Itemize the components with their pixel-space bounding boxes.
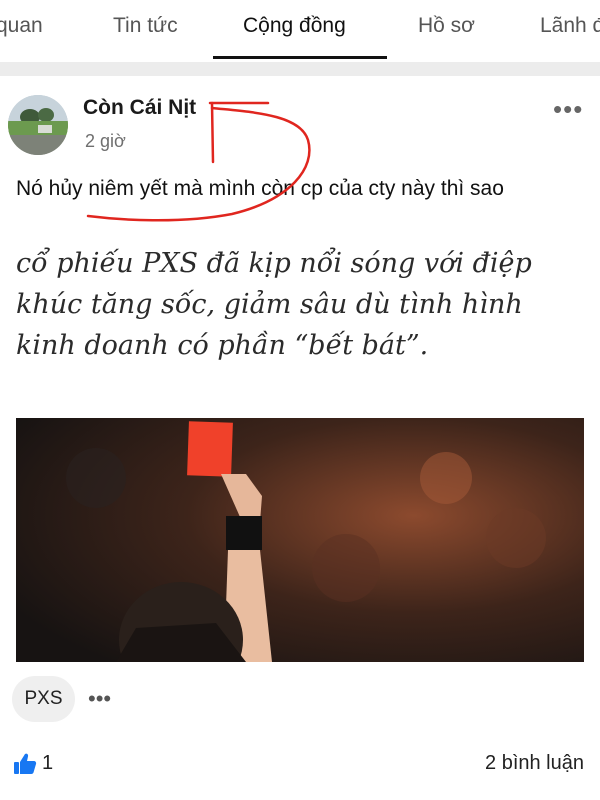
active-tab-indicator — [213, 56, 387, 59]
more-horizontal-icon[interactable]: ••• — [553, 94, 583, 125]
stock-tag[interactable]: PXS — [12, 676, 75, 722]
post-quote: cổ phiếu PXS đã kịp nổi sóng với điệp kh… — [16, 248, 532, 361]
avatar-image — [8, 95, 68, 155]
comment-count[interactable]: 2 bình luận — [485, 752, 584, 775]
post-text: Nó hủy niêm yết mà mình còn cp của cty n… — [16, 177, 504, 200]
section-divider — [0, 62, 600, 76]
tab-cong-dong[interactable]: Cộng đồng — [243, 14, 346, 38]
post-time: 2 giờ — [85, 131, 126, 151]
tab-lanh-dao[interactable]: Lãnh đ — [540, 14, 600, 38]
tab-ho-so[interactable]: Hồ sơ — [418, 14, 475, 38]
post-image[interactable] — [16, 418, 584, 662]
referee-red-card-image — [16, 418, 584, 662]
tag-more-icon[interactable]: ••• — [88, 686, 111, 712]
like-icon[interactable] — [13, 752, 37, 776]
post-author[interactable]: Còn Cái Nịt — [83, 96, 196, 120]
avatar[interactable] — [8, 95, 68, 155]
tab-tin-tuc[interactable]: Tin tức — [113, 14, 178, 38]
top-tab-bar: quan Tin tức Cộng đồng Hồ sơ Lãnh đ — [0, 0, 600, 62]
like-count: 1 — [42, 752, 54, 774]
tab-tong-quan[interactable]: quan — [0, 14, 43, 38]
